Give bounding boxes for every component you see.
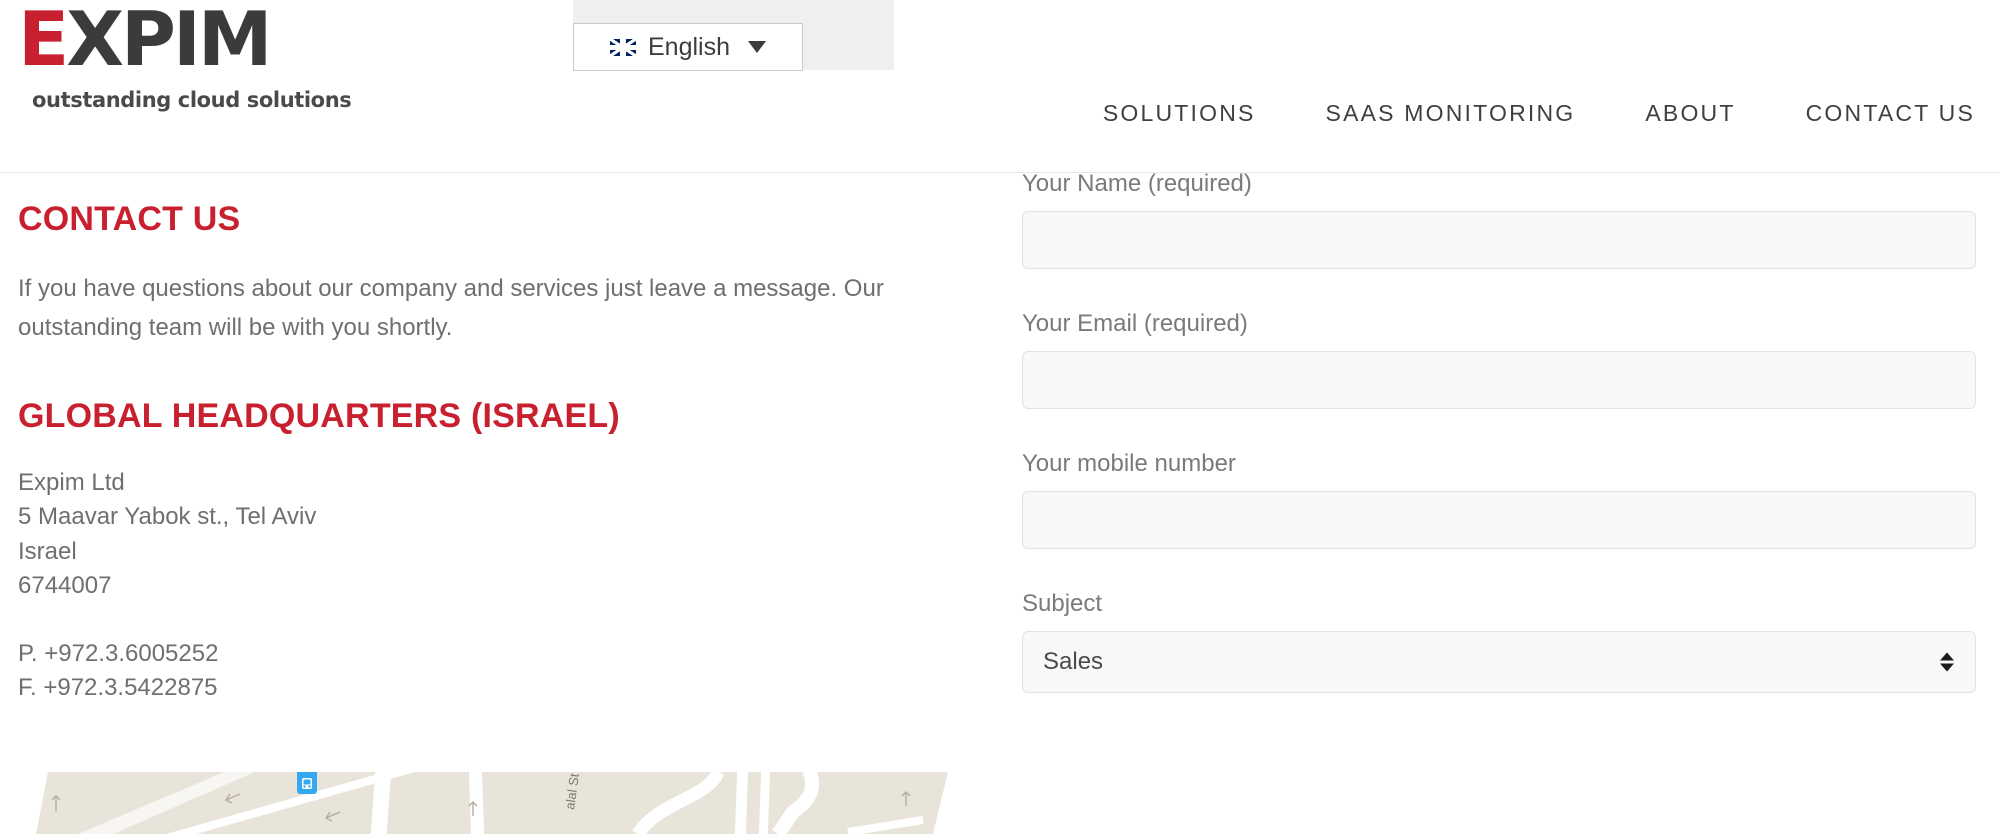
address-line-company: Expim Ltd — [18, 469, 125, 497]
logo-letter-e: E — [18, 0, 69, 83]
intro-paragraph: If you have questions about our company … — [18, 274, 884, 341]
field-group-email: Your Email (required) — [1022, 310, 1978, 409]
phone-number: P. +972.3.6005252 — [18, 639, 219, 667]
headquarters-title: GLOBAL HEADQUARTERS (ISRAEL) — [18, 396, 620, 435]
input-your-email[interactable] — [1022, 351, 1976, 409]
location-map[interactable]: alal St — [18, 772, 973, 834]
address-line-street: 5 Maavar Yabok st., Tel Aviv — [18, 503, 317, 531]
chevron-down-icon — [748, 41, 766, 53]
site-logo[interactable]: EXPIM outstanding cloud solutions — [18, 2, 352, 127]
language-switcher-label: English — [648, 32, 730, 61]
input-your-name[interactable] — [1022, 211, 1976, 269]
subject-select-value: Sales — [1043, 648, 1104, 675]
input-your-mobile-number[interactable] — [1022, 491, 1976, 549]
subject-select-wrapper: Sales — [1022, 631, 1976, 693]
label-your-name: Your Name (required) — [1022, 170, 1252, 197]
logo-wordmark: EXPIM — [18, 2, 273, 77]
page-title: CONTACT US — [18, 200, 241, 238]
field-group-mobile: Your mobile number — [1022, 450, 1978, 549]
address-line-postcode: 6744007 — [18, 571, 112, 599]
main-content: CONTACT US If you have questions about o… — [0, 170, 1999, 834]
address-block: Expim Ltd 5 Maavar Yabok st., Tel Aviv I… — [18, 466, 978, 602]
nav-item-about[interactable]: ABOUT — [1645, 100, 1735, 127]
label-your-mobile-number: Your mobile number — [1022, 450, 1236, 477]
uk-flag-icon — [610, 38, 636, 56]
field-group-subject: Subject Sales — [1022, 590, 1978, 693]
nav-item-contact-us[interactable]: CONTACT US — [1806, 100, 1975, 127]
field-group-name: Your Name (required) — [1022, 170, 1978, 269]
address-line-country: Israel — [18, 537, 77, 565]
subject-select[interactable]: Sales — [1022, 631, 1976, 693]
phone-block: P. +972.3.6005252 F. +972.3.5422875 — [18, 637, 978, 705]
contact-info-column: CONTACT US If you have questions about o… — [18, 173, 978, 834]
map-canvas: alal St — [18, 772, 973, 834]
label-subject: Subject — [1022, 590, 1103, 617]
contact-form: Your Name (required) Your Email (require… — [1022, 170, 1978, 693]
main-navigation: SOLUTIONS SAAS MONITORING ABOUT CONTACT … — [1103, 100, 1975, 127]
sort-updown-icon — [1940, 652, 1954, 672]
label-your-email: Your Email (required) — [1022, 310, 1248, 337]
nav-item-solutions[interactable]: SOLUTIONS — [1103, 100, 1256, 127]
site-header: EXPIM outstanding cloud solutions Englis… — [0, 0, 1999, 173]
logo-tagline: outstanding cloud solutions — [32, 88, 352, 112]
fax-number: F. +972.3.5422875 — [18, 673, 218, 701]
nav-item-saas-monitoring[interactable]: SAAS MONITORING — [1326, 100, 1576, 127]
logo-letters-xpim: XPIM — [66, 0, 272, 83]
language-switcher[interactable]: English — [573, 23, 803, 71]
